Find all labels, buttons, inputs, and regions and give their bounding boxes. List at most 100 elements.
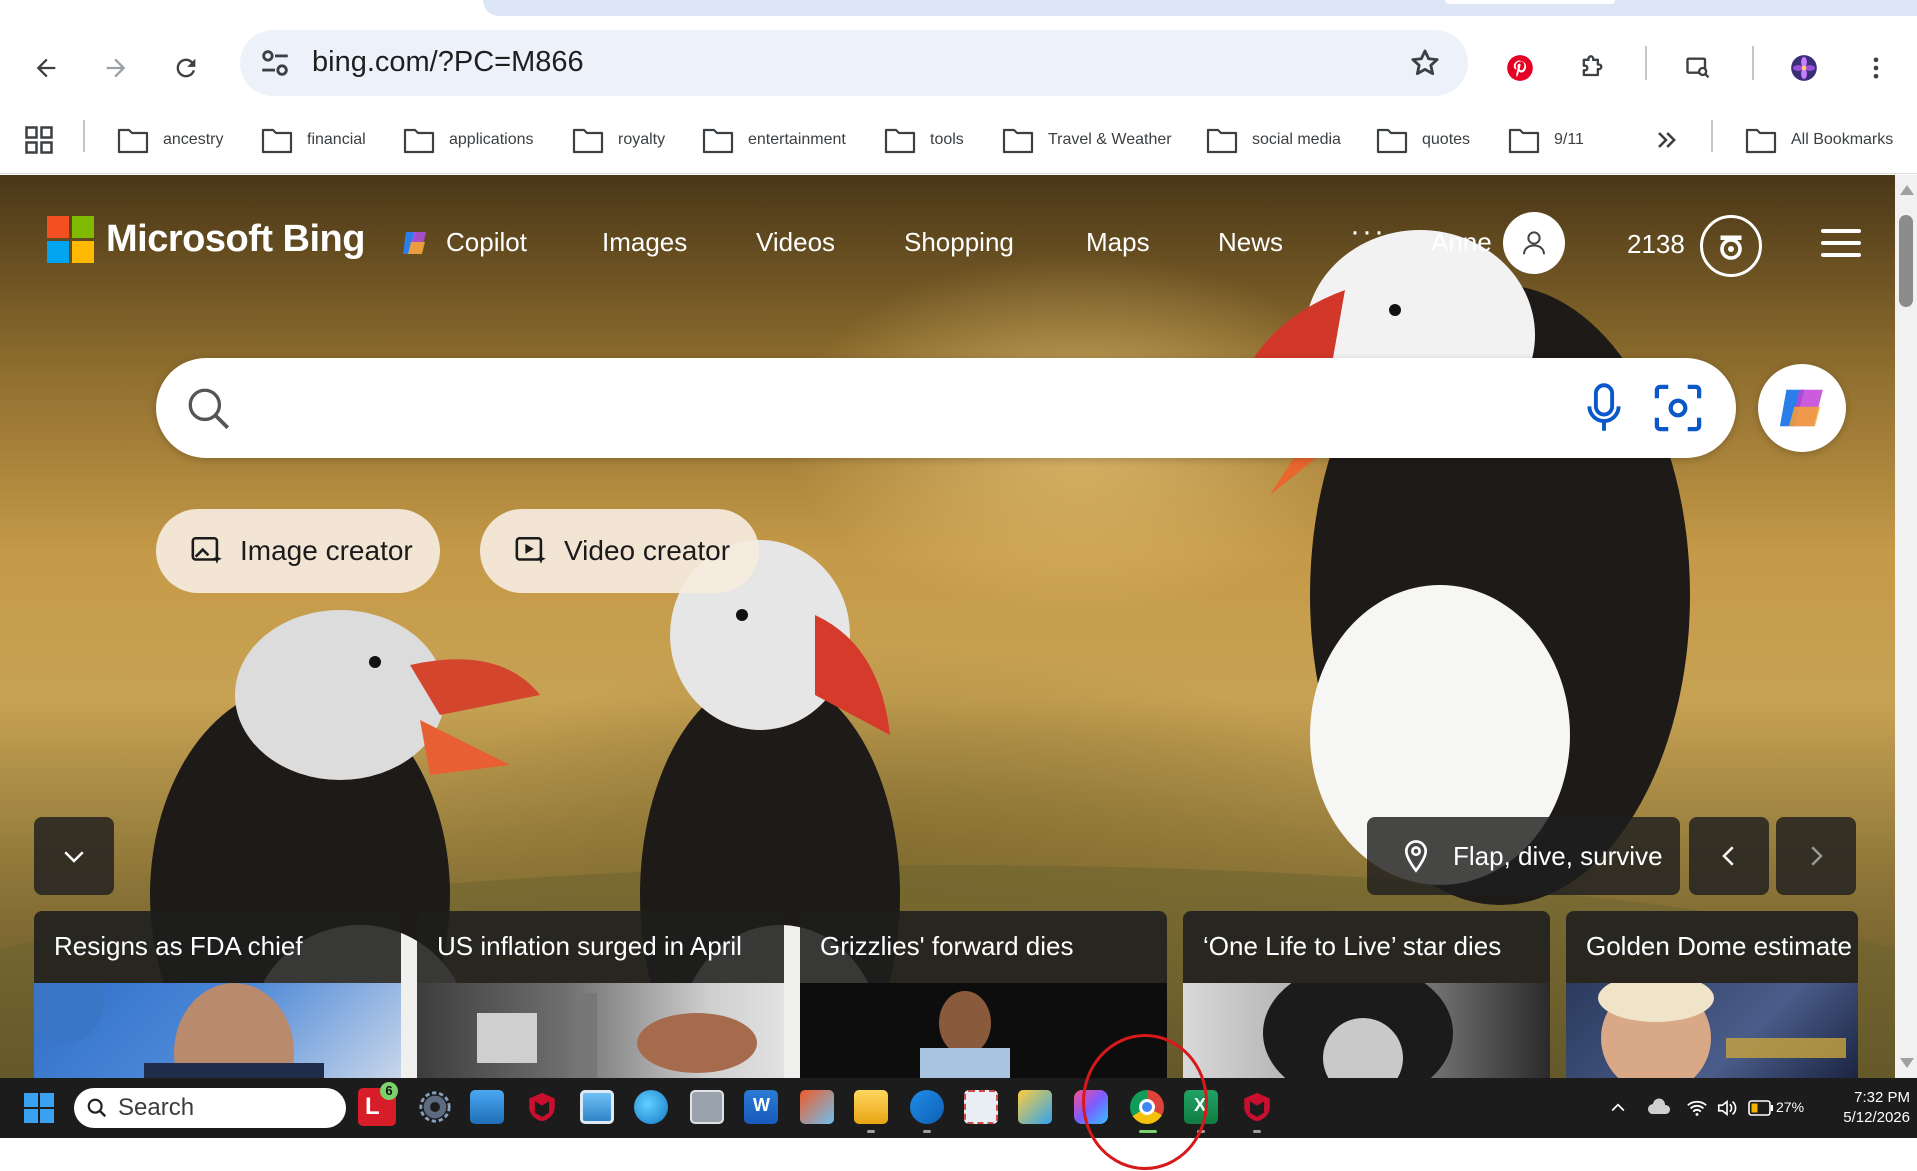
location-pin-icon [1404,840,1428,873]
nav-shopping[interactable]: Shopping [904,227,1014,258]
bookmark-folder-travel-weather[interactable]: Travel & Weather [1002,122,1172,158]
taskbar-search[interactable]: Search [74,1088,346,1128]
back-button[interactable] [24,46,68,90]
news-card[interactable]: Resigns as FDA chief [34,911,401,1078]
search-box[interactable] [156,358,1736,458]
scroll-down-arrow[interactable] [1900,1058,1914,1068]
folder-icon [1745,128,1777,154]
nav-more-button[interactable]: ··· [1350,215,1386,249]
all-bookmarks-button[interactable]: All Bookmarks [1745,122,1893,158]
taskbar-clock[interactable]: 7:32 PM 5/12/2026 [1820,1088,1910,1128]
more-bookmarks-button[interactable] [1652,122,1694,158]
active-tab[interactable] [483,0,1917,16]
image-sparkle-icon [191,536,222,564]
puzzle-piece-icon [1582,55,1603,77]
bookmark-folder-applications[interactable]: applications [403,122,534,158]
news-headline[interactable]: Grizzlies' forward dies [800,911,1167,983]
rewards-button[interactable] [1700,215,1762,277]
snipping-tool-app-icon[interactable] [964,1090,998,1124]
news-card[interactable]: Golden Dome estimate [1566,911,1858,1078]
image-info-button[interactable]: Flap, dive, survive [1367,817,1680,895]
nav-maps[interactable]: Maps [1086,227,1150,258]
copilot-search-button[interactable] [1758,364,1846,452]
collapse-feed-button[interactable] [34,817,114,895]
microsoft-bing-logo[interactable]: Microsoft Bing [47,216,365,263]
nav-images[interactable]: Images [602,227,687,258]
news-card[interactable]: US inflation surged in April [417,911,784,1078]
file-manager-app-icon[interactable] [1018,1090,1052,1124]
scrollbar-thumb[interactable] [1899,215,1913,307]
profile-button[interactable] [1782,46,1826,90]
scroll-up-arrow[interactable] [1900,185,1914,195]
page-scrollbar[interactable] [1895,175,1917,1078]
globe-app-icon[interactable] [634,1090,668,1124]
nav-videos[interactable]: Videos [756,227,835,258]
news-card[interactable]: ‘One Life to Live’ star dies [1183,911,1550,1078]
extensions-button[interactable] [1570,46,1614,90]
nav-copilot[interactable]: Copilot [400,227,527,258]
apps-button[interactable] [24,122,68,158]
bookmark-label: ancestry [163,131,224,148]
bookmark-folder-tools[interactable]: tools [884,122,964,158]
site-info-icon[interactable] [258,46,292,80]
reload-button[interactable] [164,46,208,90]
bookmark-star-icon[interactable] [1408,46,1442,80]
news-thumbnail [417,983,784,1078]
volume-icon[interactable] [1716,1098,1738,1118]
video-creator-button[interactable]: Video creator [480,509,759,593]
folder-icon [1002,128,1034,154]
microphone-icon[interactable] [1584,382,1624,434]
bookmark-folder-9-11[interactable]: 9/11 [1508,122,1584,158]
lastpass-app-icon[interactable]: L 6 [358,1082,398,1126]
onedrive-cloud-icon[interactable] [1646,1098,1672,1118]
previous-image-button[interactable] [1689,817,1769,895]
word-app-icon[interactable]: W [744,1090,778,1124]
photos-app-icon[interactable] [470,1090,504,1124]
chevron-left-icon [1722,846,1734,866]
news-headline[interactable]: Golden Dome estimate [1566,911,1858,983]
image-creator-button[interactable]: Image creator [156,509,440,593]
bookmark-folder-entertainment[interactable]: entertainment [702,122,846,158]
mcafee-app-icon[interactable] [1240,1090,1274,1124]
news-headline[interactable]: ‘One Life to Live’ star dies [1183,911,1550,983]
account-button[interactable] [1503,212,1565,274]
chevron-up-icon[interactable] [1608,1098,1628,1118]
mcafee-app-icon[interactable] [525,1090,559,1124]
toolbar-divider [1752,46,1754,80]
bookmarks-divider [83,120,85,152]
user-name[interactable]: Anne [1431,227,1492,258]
start-button[interactable] [24,1093,54,1123]
forward-button[interactable] [94,46,138,90]
visual-search-icon[interactable] [1652,382,1704,434]
rewards-points[interactable]: 2138 [1627,229,1685,260]
lens-search-button[interactable] [1676,46,1720,90]
file-explorer-app-icon[interactable] [854,1090,888,1124]
bookmark-folder-quotes[interactable]: quotes [1376,122,1470,158]
search-icon [188,388,230,430]
nav-news[interactable]: News [1218,227,1283,258]
paint-app-icon[interactable] [800,1090,834,1124]
bookmark-folder-ancestry[interactable]: ancestry [117,122,223,158]
control-panel-app-icon[interactable] [580,1090,614,1124]
next-image-button[interactable] [1776,817,1856,895]
folder-icon [117,128,149,154]
wifi-icon[interactable] [1686,1098,1708,1118]
pinterest-extension-button[interactable] [1498,46,1542,90]
calculator-app-icon[interactable] [690,1090,724,1124]
outlook-app-icon[interactable] [910,1090,944,1124]
bookmark-folder-social-media[interactable]: social media [1206,122,1341,158]
url-text[interactable]: bing.com/?PC=M866 [312,46,584,79]
search-input[interactable] [256,378,1556,438]
browser-menu-button[interactable] [1854,46,1898,90]
news-headline[interactable]: Resigns as FDA chief [34,911,401,983]
settings-menu-button[interactable] [1821,229,1861,259]
toolbar-divider [1645,46,1647,80]
settings-app-icon[interactable] [418,1090,452,1124]
battery-icon[interactable] [1748,1100,1774,1116]
news-headline[interactable]: US inflation surged in April [417,911,784,983]
bookmark-folder-royalty[interactable]: royalty [572,122,665,158]
address-bar[interactable]: bing.com/?PC=M866 [240,30,1468,96]
folder-icon [702,128,734,154]
bookmark-folder-financial[interactable]: financial [261,122,366,158]
bookmark-label: social media [1252,131,1341,148]
